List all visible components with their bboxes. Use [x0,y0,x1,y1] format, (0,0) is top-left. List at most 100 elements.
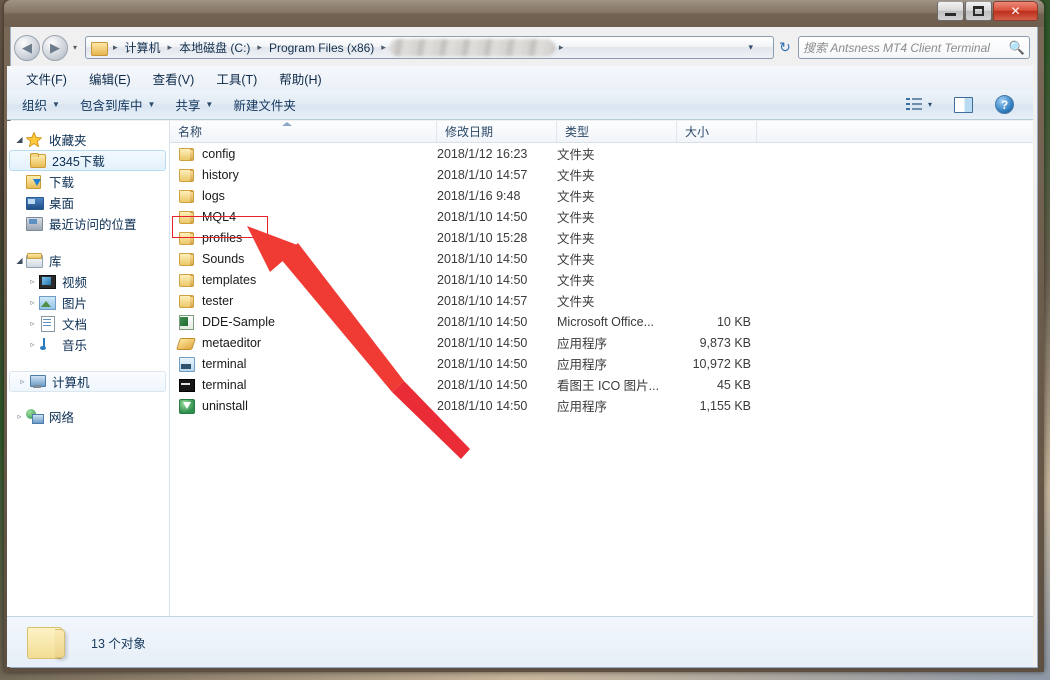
table-row[interactable]: Sounds2018/1/10 14:50文件夹 [170,248,1033,269]
expand-triangle-icon[interactable]: ▹ [16,377,29,386]
file-name-cell[interactable]: Sounds [170,251,437,266]
breadcrumb-separator[interactable]: ▸ [555,42,568,53]
menu-tools[interactable]: 工具(T) [207,66,266,91]
sidebar-item-2345-download[interactable]: 2345下载 [9,150,166,171]
sidebar-item-music[interactable]: ▹ 音乐 [7,334,169,355]
expand-triangle-icon[interactable]: ▹ [13,412,26,421]
file-list-pane[interactable]: 名称 修改日期 类型 大小 config2018/1/12 16:23文件夹hi… [170,121,1033,616]
navigation-pane[interactable]: ◢ 收藏夹 2345下载 下载 桌面 最近访问的位置 [7,121,170,616]
search-input[interactable]: 搜索 Antsness MT4 Client Terminal [803,39,1009,56]
forward-button[interactable]: ▶ [42,35,68,61]
expand-triangle-icon[interactable]: ▹ [26,277,39,286]
table-row[interactable]: terminal2018/1/10 14:50应用程序10,972 KB [170,353,1033,374]
documents-icon [39,316,56,331]
menu-file[interactable]: 文件(F) [17,66,76,91]
breadcrumb-item-local-disk[interactable]: 本地磁盘 (C:) [176,37,253,58]
menu-view[interactable]: 查看(V) [144,66,204,91]
file-type-cell: 应用程序 [557,396,677,415]
sidebar-item-desktop[interactable]: 桌面 [7,192,169,213]
toolbar-right-group: ▾ ? [897,91,1027,118]
change-view-button[interactable]: ▾ [897,93,941,116]
menu-edit[interactable]: 编辑(E) [80,66,140,91]
file-name-cell[interactable]: terminal [170,356,437,371]
breadcrumb-separator[interactable]: ▸ [253,42,266,53]
breadcrumb-separator[interactable]: ▸ [377,42,390,53]
folder-icon [178,293,195,308]
collapse-triangle-icon[interactable]: ◢ [13,256,26,265]
expand-triangle-icon[interactable]: ▹ [26,340,39,349]
breadcrumb-item-program-files[interactable]: Program Files (x86) [266,37,377,58]
recent-locations-button[interactable]: ▾ [69,43,81,52]
file-name-cell[interactable]: uninstall [170,398,437,413]
table-row[interactable]: templates2018/1/10 14:50文件夹 [170,269,1033,290]
table-row[interactable]: config2018/1/12 16:23文件夹 [170,143,1033,164]
column-header-date[interactable]: 修改日期 [437,121,557,142]
menu-help[interactable]: 帮助(H) [270,66,330,91]
file-name-cell[interactable]: history [170,167,437,182]
column-header-type[interactable]: 类型 [557,121,677,142]
table-row[interactable]: profiles2018/1/10 15:28文件夹 [170,227,1033,248]
file-name-label: uninstall [202,399,248,413]
sidebar-item-videos[interactable]: ▹ 视频 [7,271,169,292]
sidebar-group-favorites: ◢ 收藏夹 2345下载 下载 桌面 最近访问的位置 [7,129,169,234]
table-row[interactable]: history2018/1/10 14:57文件夹 [170,164,1033,185]
sidebar-item-computer[interactable]: ▹ 计算机 [9,371,166,392]
new-folder-button[interactable]: 新建文件夹 [224,91,305,118]
breadcrumb-item-blurred-folder[interactable] [390,39,555,56]
maximize-button[interactable] [965,1,992,21]
close-button[interactable]: ✕ [993,1,1038,21]
sidebar-item-downloads[interactable]: 下载 [7,171,169,192]
collapse-triangle-icon[interactable]: ◢ [13,135,26,144]
file-type-cell: 应用程序 [557,333,677,352]
back-button[interactable]: ◀ [14,35,40,61]
table-row[interactable]: terminal2018/1/10 14:50看图王 ICO 图片...45 K… [170,374,1033,395]
file-type-cell: 文件夹 [557,270,677,289]
file-name-cell[interactable]: DDE-Sample [170,314,437,329]
sort-ascending-icon [282,122,292,126]
include-in-library-button[interactable]: 包含到库中 ▼ [71,91,164,118]
file-name-cell[interactable]: config [170,146,437,161]
sidebar-item-pictures[interactable]: ▹ 图片 [7,292,169,313]
column-header-name[interactable]: 名称 [170,121,437,142]
preview-pane-button[interactable] [945,93,982,117]
expand-triangle-icon[interactable]: ▹ [26,298,39,307]
refresh-button[interactable]: ↻ [774,39,796,56]
file-name-cell[interactable]: profiles [170,230,437,245]
address-bar[interactable]: ▸ 计算机 ▸ 本地磁盘 (C:) ▸ Program Files (x86) … [85,36,774,59]
folder-icon [29,153,46,168]
file-name-cell[interactable]: MQL4 [170,209,437,224]
organize-button[interactable]: 组织 ▼ [13,91,69,118]
file-name-cell[interactable]: terminal [170,377,437,392]
column-header-size[interactable]: 大小 [677,121,757,142]
share-button[interactable]: 共享 ▼ [166,91,222,118]
sidebar-item-recent-places[interactable]: 最近访问的位置 [7,213,169,234]
sidebar-spacer [7,357,169,371]
help-button[interactable]: ? [986,91,1023,118]
address-dropdown-icon[interactable]: ▾ [748,42,753,53]
file-name-cell[interactable]: metaeditor [170,335,437,350]
table-row[interactable]: metaeditor2018/1/10 14:50应用程序9,873 KB [170,332,1033,353]
table-row[interactable]: logs2018/1/16 9:48文件夹 [170,185,1033,206]
file-name-label: metaeditor [202,336,261,350]
folder-icon [178,146,195,161]
sidebar-item-libraries[interactable]: ◢ 库 [7,250,169,271]
file-name-label: terminal [202,357,246,371]
table-row[interactable]: tester2018/1/10 14:57文件夹 [170,290,1033,311]
file-name-cell[interactable]: logs [170,188,437,203]
sidebar-item-favorites[interactable]: ◢ 收藏夹 [7,129,169,150]
file-name-cell[interactable]: tester [170,293,437,308]
minimize-button[interactable] [937,1,964,21]
file-size-cell: 45 KB [677,378,757,392]
file-name-cell[interactable]: templates [170,272,437,287]
search-box[interactable]: 搜索 Antsness MT4 Client Terminal 🔍 [798,36,1030,59]
table-row[interactable]: DDE-Sample2018/1/10 14:50Microsoft Offic… [170,311,1033,332]
breadcrumb-item-computer[interactable]: 计算机 [122,37,164,58]
sidebar-item-documents[interactable]: ▹ 文档 [7,313,169,334]
sidebar-item-network[interactable]: ▹ 网络 [7,406,169,427]
breadcrumb-separator[interactable]: ▸ [164,42,177,53]
file-name-label: profiles [202,231,242,245]
expand-triangle-icon[interactable]: ▹ [26,319,39,328]
table-row[interactable]: uninstall2018/1/10 14:50应用程序1,155 KB [170,395,1033,416]
sidebar-label-network: 网络 [49,407,74,426]
table-row[interactable]: MQL42018/1/10 14:50文件夹 [170,206,1033,227]
